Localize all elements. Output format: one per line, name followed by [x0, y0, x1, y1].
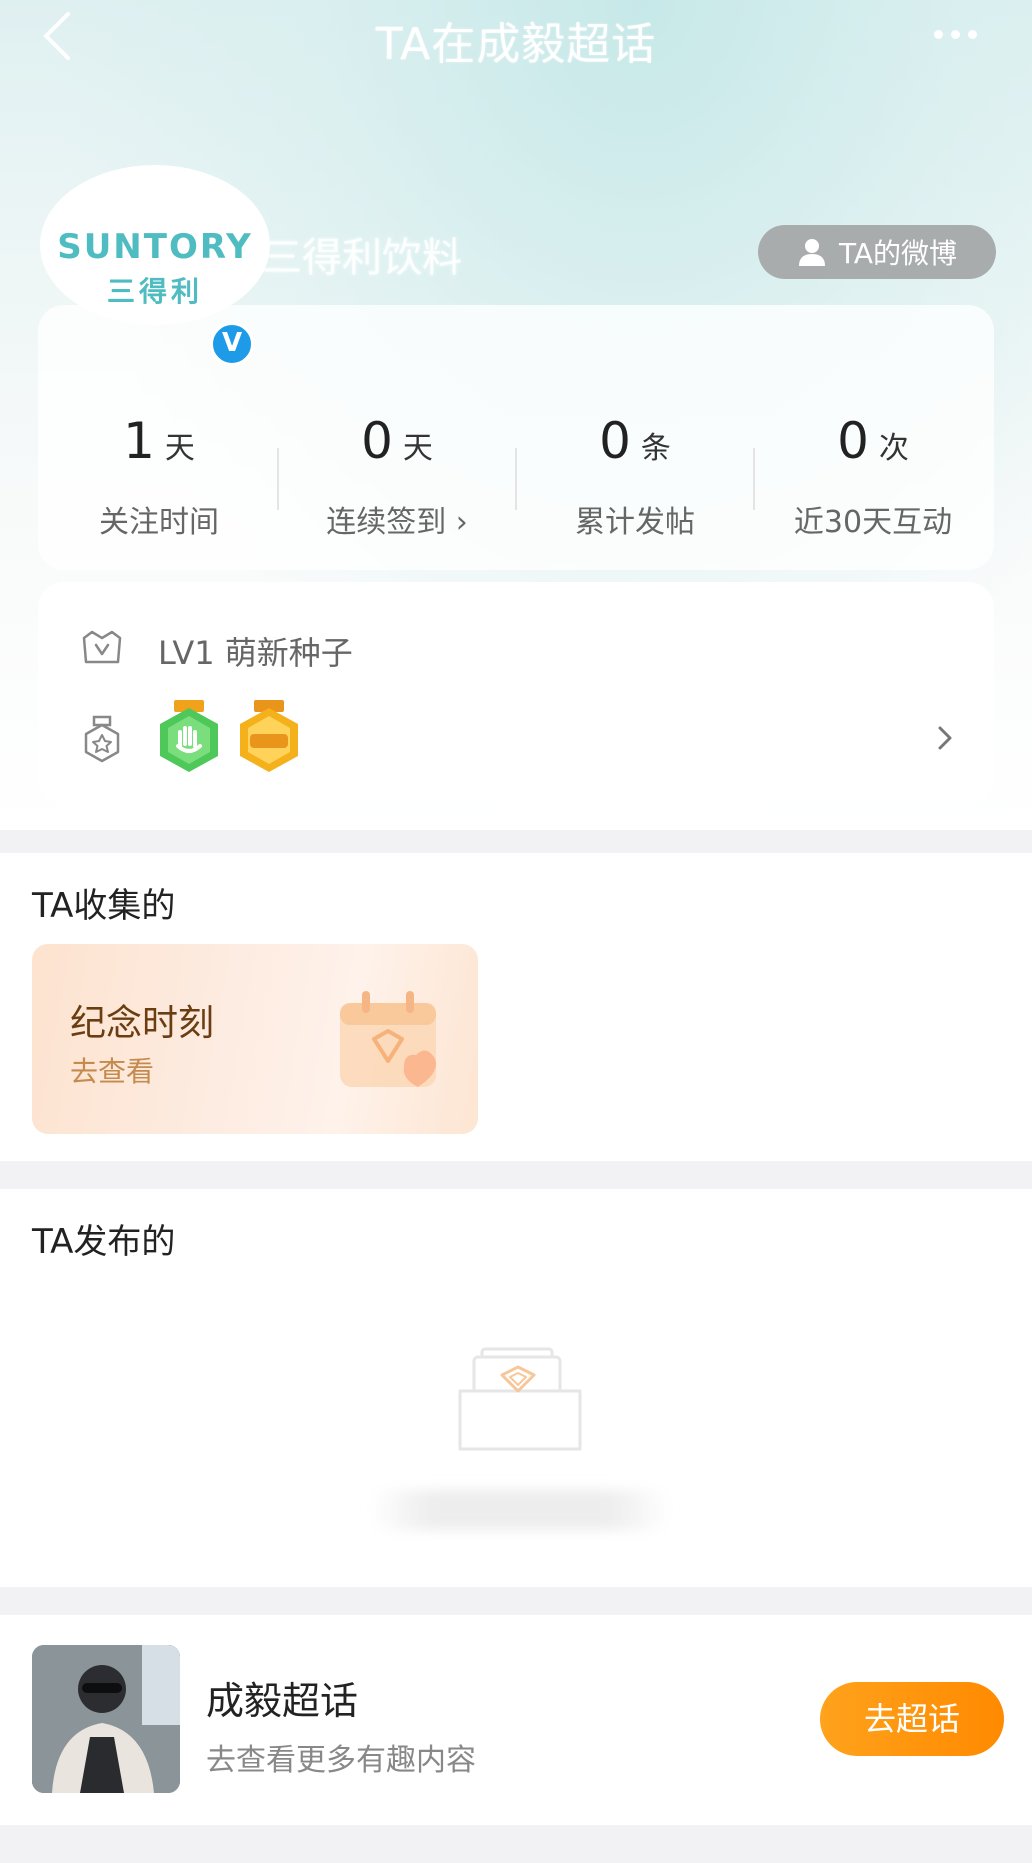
stat-follow-unit: 天	[164, 431, 195, 466]
stat-interact-unit: 次	[878, 431, 909, 466]
stat-posts-unit: 条	[640, 431, 671, 466]
page-title: TA在成毅超话	[375, 19, 657, 70]
go-supertopic-button[interactable]: 去超话	[820, 1682, 1004, 1756]
stat-posts-label: 累计发帖	[575, 505, 695, 540]
ta-weibo-button[interactable]: TA的微博	[758, 225, 996, 279]
stat-follow-number: 1	[123, 412, 155, 470]
posted-title: TA发布的	[32, 1222, 176, 1262]
person-icon	[798, 239, 825, 266]
stat-checkin-unit: 天	[402, 431, 433, 466]
stat-checkin-number: 0	[361, 412, 393, 470]
avatar-logo-subtext: 三得利	[106, 275, 203, 308]
chevron-right-icon[interactable]	[930, 718, 960, 758]
supertopic-thumbnail[interactable]	[32, 1645, 180, 1793]
memorial-card-link[interactable]: 去查看	[70, 1050, 154, 1090]
stat-divider	[515, 448, 517, 510]
more-options-icon[interactable]	[930, 20, 1000, 50]
empty-state-text-blurred	[370, 1490, 670, 1530]
stat-interact-number: 0	[837, 412, 869, 470]
avatar-logo-text: SUNTORY	[57, 227, 253, 267]
stat-checkin-link[interactable]: 连续签到 ›	[278, 497, 516, 541]
stat-checkin-value: 0天	[278, 412, 516, 470]
stat-follow-label: 关注时间	[99, 505, 219, 540]
level-label: LV1 萌新种子	[158, 634, 353, 672]
stat-divider	[753, 448, 755, 510]
hand-badge-icon[interactable]	[156, 700, 222, 776]
memorial-card-title: 纪念时刻	[70, 1003, 215, 1044]
lv1-badge-icon[interactable]	[236, 700, 302, 776]
crown-icon	[80, 628, 124, 668]
stat-posts-value: 0条	[516, 412, 754, 470]
user-name: 三得利饮料	[262, 235, 462, 281]
stat-posts-number: 0	[599, 412, 631, 470]
ta-weibo-label: TA的微博	[838, 237, 958, 270]
supertopic-subtitle: 去查看更多有趣内容	[206, 1743, 476, 1778]
person-photo-icon	[32, 1645, 180, 1793]
stat-follow-value: 1天	[40, 412, 278, 470]
stat-interact-value: 0次	[754, 412, 992, 470]
calendar-heart-icon	[318, 975, 458, 1105]
empty-inbox-icon	[450, 1345, 590, 1455]
supertopic-name[interactable]: 成毅超话	[206, 1670, 358, 1725]
collected-title: TA收集的	[32, 886, 176, 926]
stat-interact-label: 近30天互动	[793, 505, 953, 540]
verified-icon: V	[210, 322, 254, 366]
medal-icon	[80, 715, 124, 763]
stat-divider	[277, 448, 279, 510]
